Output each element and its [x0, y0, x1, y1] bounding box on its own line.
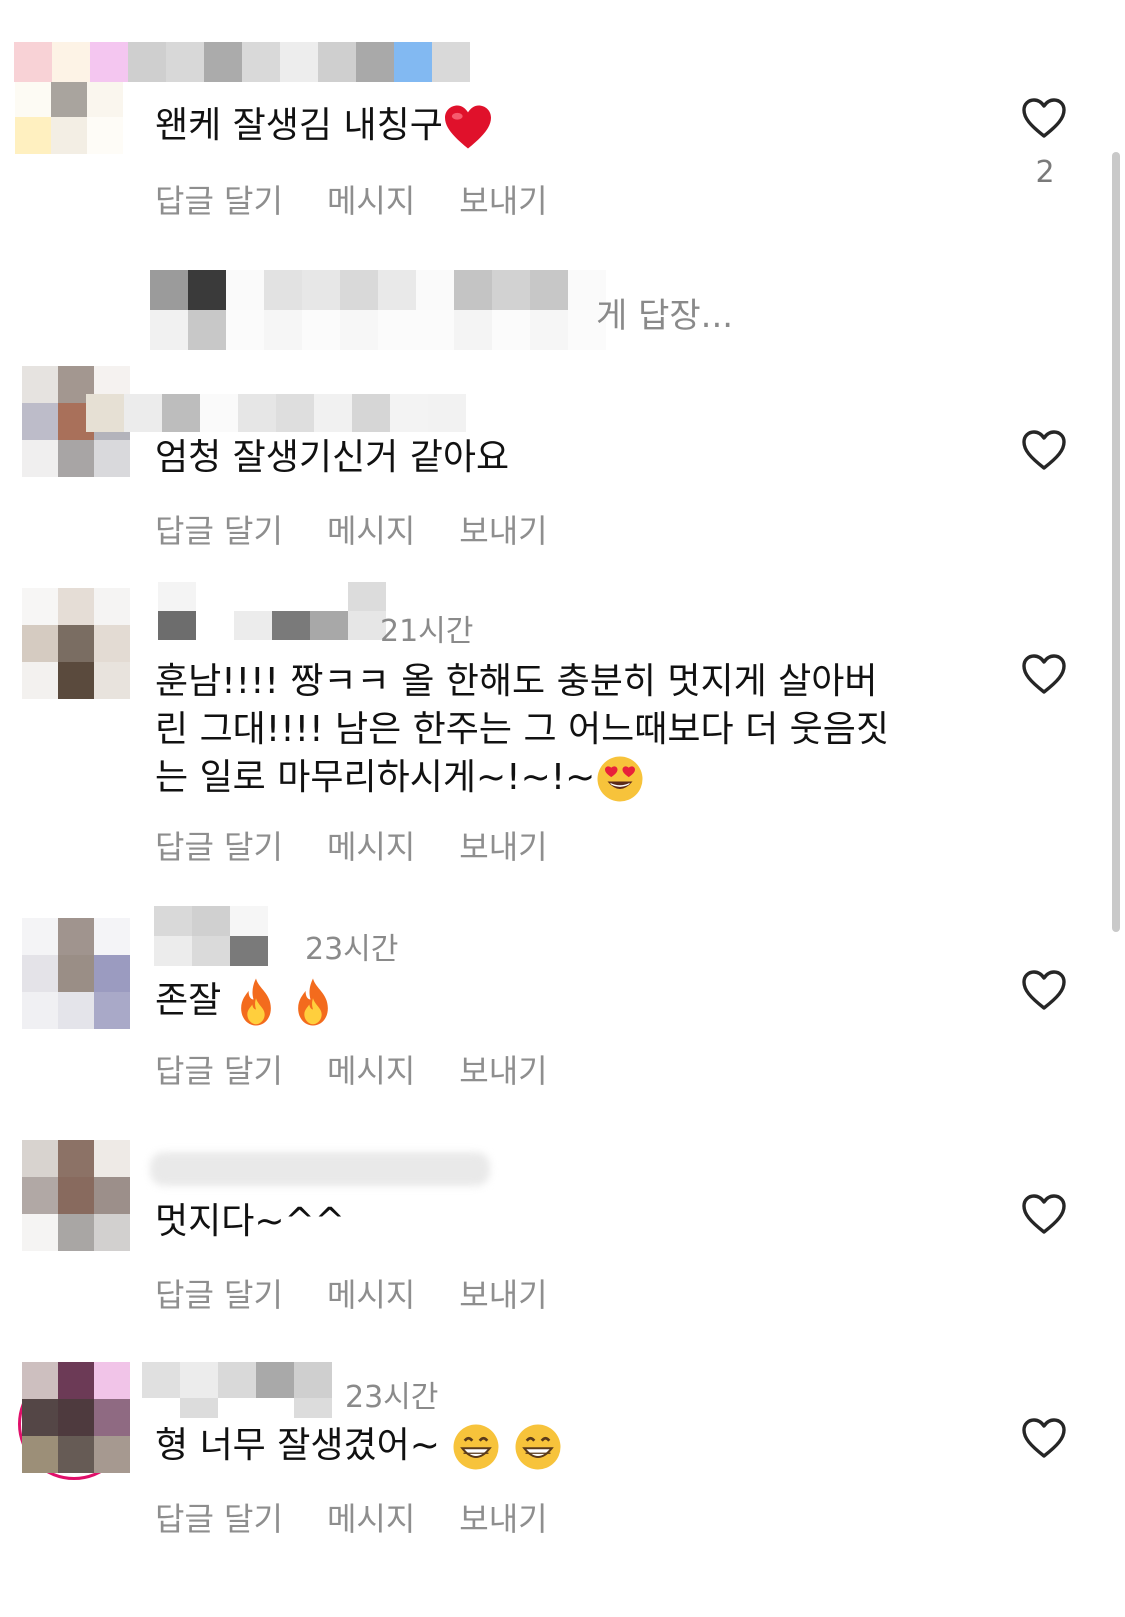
comment-actions: 답글 달기 메시지 보내기	[155, 176, 592, 222]
heart-outline-icon[interactable]	[1020, 96, 1068, 140]
reply-button[interactable]: 답글 달기	[155, 1052, 283, 1090]
message-button[interactable]: 메시지	[327, 1500, 415, 1538]
heart-outline-icon[interactable]	[1020, 1192, 1068, 1236]
username-blurred[interactable]	[142, 1362, 332, 1418]
comment-time: 23시간	[345, 1380, 439, 1415]
grinning-emoji-icon	[515, 1424, 561, 1470]
comment-text: 멋지다~^^	[155, 1201, 345, 1242]
comment-text-content: 는 일로 마무리하시게~!~!~	[155, 757, 596, 798]
avatar[interactable]	[22, 588, 130, 700]
grinning-emoji-icon	[453, 1424, 499, 1470]
reply-button[interactable]: 답글 달기	[155, 1500, 283, 1538]
username-blurred[interactable]	[14, 42, 470, 82]
message-button[interactable]: 메시지	[327, 1276, 415, 1314]
message-button[interactable]: 메시지	[327, 828, 415, 866]
comment-text-line: 훈남!!!! 짱ㅋㅋ 올 한해도 충분히 멋지게 살아버	[155, 661, 878, 702]
send-button[interactable]: 보내기	[459, 512, 547, 550]
comment-text-line: 린 그대!!!! 남은 한주는 그 어느때보다 더 웃음짓	[155, 709, 889, 750]
comment-text-line-last: 는 일로 마무리하시게~!~!~	[155, 754, 935, 804]
username-blurred[interactable]	[154, 906, 268, 966]
red-heart-emoji-icon	[444, 105, 491, 149]
comment-text-content: 왠케 잘생김 내칭구	[155, 105, 443, 146]
reply-button[interactable]: 답글 달기	[155, 182, 283, 220]
avatar[interactable]	[22, 918, 130, 1030]
comment-text-content: 형 너무 잘생겼어~	[155, 1425, 440, 1466]
comment-time: 21시간	[380, 614, 474, 649]
reply-button[interactable]: 답글 달기	[155, 512, 283, 550]
comment-actions: 답글 달기 메시지 보내기	[155, 1046, 592, 1092]
send-button[interactable]: 보내기	[459, 1500, 547, 1538]
message-button[interactable]: 메시지	[327, 182, 415, 220]
heart-outline-icon[interactable]	[1020, 968, 1068, 1012]
username-blurred[interactable]	[150, 1152, 490, 1186]
send-button[interactable]: 보내기	[459, 828, 547, 866]
reply-button[interactable]: 답글 달기	[155, 1276, 283, 1314]
message-button[interactable]: 메시지	[327, 1052, 415, 1090]
avatar[interactable]	[22, 1140, 130, 1252]
comment-actions: 답글 달기 메시지 보내기	[155, 506, 592, 552]
view-replies-label[interactable]: 게 답장...	[596, 288, 733, 337]
like-count: 2	[1035, 155, 1055, 190]
send-button[interactable]: 보내기	[459, 1276, 547, 1314]
username-blurred[interactable]	[158, 582, 386, 640]
comment-text: 형 너무 잘생겼어~	[155, 1422, 935, 1472]
comment-text: 엄청 잘생기신거 같아요	[155, 437, 510, 478]
comment-text: 존잘	[155, 976, 935, 1028]
heart-outline-icon[interactable]	[1020, 1416, 1068, 1460]
heart-outline-icon[interactable]	[1020, 652, 1068, 696]
heart-eyes-emoji-icon	[597, 756, 643, 802]
send-button[interactable]: 보내기	[459, 1052, 547, 1090]
avatar[interactable]	[15, 80, 129, 192]
fire-emoji-icon	[240, 978, 271, 1026]
message-button[interactable]: 메시지	[327, 512, 415, 550]
comment-actions: 답글 달기 메시지 보내기	[155, 822, 592, 868]
comment-time: 23시간	[305, 932, 399, 967]
username-blurred[interactable]	[86, 394, 466, 432]
reply-button[interactable]: 답글 달기	[155, 828, 283, 866]
comment-text-content: 존잘	[155, 980, 222, 1021]
comment-text: 훈남!!!! 짱ㅋㅋ 올 한해도 충분히 멋지게 살아버 린 그대!!!! 남은…	[155, 658, 935, 804]
comment-text: 왠케 잘생김 내칭구	[155, 102, 935, 150]
scrollbar[interactable]	[1112, 152, 1120, 932]
comment-actions: 답글 달기 메시지 보내기	[155, 1494, 592, 1540]
fire-emoji-icon	[298, 978, 329, 1026]
heart-outline-icon[interactable]	[1020, 428, 1068, 472]
comment-actions: 답글 달기 메시지 보내기	[155, 1270, 592, 1316]
send-button[interactable]: 보내기	[459, 182, 547, 220]
avatar[interactable]	[22, 1362, 130, 1474]
